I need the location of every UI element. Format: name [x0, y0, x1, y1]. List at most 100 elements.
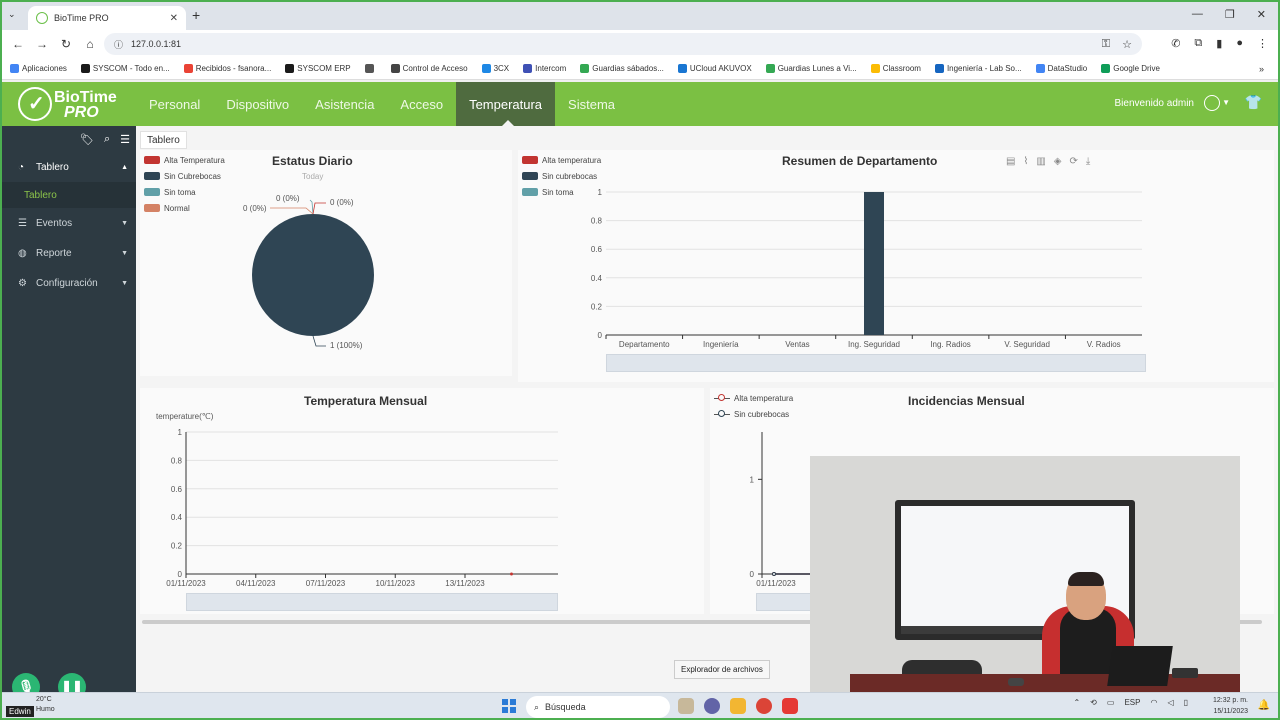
volume-icon[interactable]: ◁ [1167, 698, 1173, 707]
search-icon[interactable]: ⌕ [104, 133, 110, 146]
close-window-icon[interactable]: ✕ [1257, 8, 1266, 21]
bookmark-label: Guardias sábados... [592, 64, 664, 73]
bookmark-label: 3CX [493, 64, 510, 73]
incidencias-zoom-slider[interactable] [756, 593, 816, 611]
menu-item-acceso[interactable]: Acceso [387, 82, 456, 126]
bookmark-item[interactable]: Intercom [523, 64, 566, 73]
bookmark-item[interactable]: 3CX [481, 64, 510, 73]
y-tick-label: 0.8 [171, 456, 183, 465]
weather-widget[interactable]: 20°C Humo [36, 695, 55, 715]
bookmark-item[interactable]: SYSCOM ERP [285, 64, 351, 73]
sidebar-item-eventos[interactable]: ☰ Eventos ▼ [2, 208, 136, 238]
home-icon[interactable]: ⌂ [78, 37, 102, 51]
weather-temp: 20°C [36, 696, 52, 703]
bookmark-item[interactable]: Ingeniería - Lab So... [934, 64, 1022, 73]
reload-icon[interactable]: ↻ [54, 37, 78, 51]
list-menu-icon[interactable]: ☰ [120, 133, 130, 146]
bookmark-star-icon[interactable]: ☆ [1122, 38, 1132, 51]
bookmark-item[interactable]: Google Drive [1101, 64, 1160, 73]
sidebar-item-tablero[interactable]: ◔ Tablero ▲ [2, 152, 136, 182]
data-point [772, 572, 776, 576]
back-icon[interactable]: ← [6, 37, 30, 51]
panel-resumen-departamento: Alta temperatura Sin cubrebocas Sin toma R… [518, 150, 1274, 382]
taskbar-clock[interactable]: 12:32 p. m. 15/11/2023 [1213, 695, 1248, 717]
dashboard-icon: ◔ [18, 161, 25, 173]
new-tab-icon[interactable]: + [192, 7, 200, 23]
bookmark-item[interactable]: Aplicaciones [10, 64, 67, 73]
participant-name: Edwin [6, 706, 34, 717]
password-key-icon[interactable]: ⚿ [1102, 38, 1110, 51]
wifi-icon[interactable]: ◠ [1150, 698, 1157, 707]
extensions-icon[interactable]: ⧉ [1194, 37, 1202, 50]
file-explorer-icon[interactable] [730, 698, 746, 714]
browser-menu-icon[interactable]: ⋮ [1257, 37, 1268, 50]
menu-item-sistema[interactable]: Sistema [555, 82, 628, 126]
biotime-logo[interactable]: ✓ BioTime PRO [16, 85, 126, 125]
chrome-icon[interactable] [756, 698, 772, 714]
clock-time: 12:32 p. m. [1212, 697, 1248, 704]
widget-landscape-icon[interactable] [678, 698, 694, 714]
profile-avatar-icon[interactable]: ● [1236, 37, 1243, 50]
sidebar-item-configuracion[interactable]: ⚙ Configuración ▼ [2, 268, 136, 298]
bookmark-label: Ingeniería - Lab So... [946, 64, 1022, 73]
y-tick-label: 0.8 [591, 217, 603, 226]
resumen-zoom-slider[interactable] [606, 354, 1146, 372]
chevron-up-icon: ▲ [121, 163, 128, 171]
user-account-icon[interactable] [1204, 95, 1220, 111]
forward-icon[interactable]: → [30, 37, 54, 51]
notifications-icon[interactable]: 🔔 [1258, 700, 1270, 711]
tray-chevron-icon[interactable]: ⌃ [1073, 698, 1080, 707]
bookmark-favicon-icon [870, 64, 880, 73]
close-tab-icon[interactable]: ✕ [170, 13, 178, 24]
teams-chat-icon[interactable] [704, 698, 720, 714]
bookmark-item[interactable]: SYSCOM - Todo en... [80, 64, 170, 73]
bookmark-item[interactable]: Control de Acceso [390, 64, 468, 73]
x-tick-label: 01/11/2023 [756, 579, 796, 588]
windows-start-icon[interactable] [502, 699, 516, 713]
bookmark-item[interactable]: Recibidos - fsanora... [183, 64, 272, 73]
menu-item-personal[interactable]: Personal [136, 82, 213, 126]
menu-item-asistencia[interactable]: Asistencia [302, 82, 387, 126]
side-panel-icon[interactable]: ▮ [1216, 37, 1222, 50]
screen: ⌄ BioTime PRO ✕ + — ❐ ✕ ← → ↻ ⌂ ⓘ 127.0.… [0, 0, 1280, 720]
display-icon[interactable]: ▭ [1107, 698, 1115, 707]
presenter-hair [1068, 572, 1104, 586]
menu-item-dispositivo[interactable]: Dispositivo [213, 82, 302, 126]
pie-label-a: 0 (0%) [276, 194, 300, 203]
sync-icon[interactable]: ⟲ [1090, 698, 1097, 707]
minimize-icon[interactable]: — [1192, 8, 1203, 21]
theme-shirt-icon[interactable]: 👕 [1245, 94, 1262, 111]
battery-icon[interactable]: ▯ [1184, 698, 1188, 707]
bookmark-item[interactable]: UCloud AKUVOX [677, 64, 752, 73]
y-tick-label: 0.2 [591, 302, 603, 311]
bookmark-favicon-icon [10, 64, 19, 73]
temp-zoom-slider[interactable] [186, 593, 558, 611]
bookmarks-overflow-icon[interactable]: » [1259, 64, 1264, 74]
bookmark-item[interactable]: Guardias Lunes a Vi... [765, 64, 857, 73]
browser-tab[interactable]: BioTime PRO ✕ [28, 6, 186, 30]
bookmark-label: Intercom [535, 64, 567, 73]
breadcrumb-tab-tablero[interactable]: Tablero [140, 131, 187, 149]
phone-extension-icon[interactable]: ✆ [1171, 37, 1180, 50]
recorder-app-icon[interactable] [782, 698, 798, 714]
tab-search-icon[interactable]: ⌄ [8, 9, 16, 20]
sidebar-item-reporte[interactable]: ◍ Reporte ▼ [2, 238, 136, 268]
taskbar-search[interactable]: ⌕ Búsqueda [526, 696, 670, 718]
bookmark-item[interactable]: Classroom [870, 64, 921, 73]
site-info-icon[interactable]: ⓘ [114, 38, 123, 51]
user-menu-caret-icon[interactable]: ▼ [1222, 98, 1230, 107]
check-icon: ✓ [28, 93, 45, 115]
x-tick-label: 01/11/2023 [166, 579, 206, 588]
bookmark-label: SYSCOM - Todo en... [92, 64, 170, 73]
bookmark-label: Recibidos - fsanora... [195, 64, 272, 73]
bookmark-favicon-icon [481, 64, 491, 73]
language-indicator[interactable]: ESP [1124, 698, 1140, 707]
bookmark-item[interactable]: Guardias sábados... [580, 64, 664, 73]
bookmark-item[interactable]: DataStudio [1035, 64, 1087, 73]
tags-icon[interactable]: 🏷 [80, 133, 94, 146]
restore-icon[interactable]: ❐ [1225, 8, 1235, 21]
url-field[interactable]: ⓘ 127.0.0.1:81 ⚿ ☆ [104, 33, 1142, 55]
sidebar-subitem-tablero[interactable]: Tablero [2, 182, 136, 208]
bookmark-item[interactable] [364, 64, 377, 73]
x-tick-label: 10/11/2023 [376, 579, 416, 588]
